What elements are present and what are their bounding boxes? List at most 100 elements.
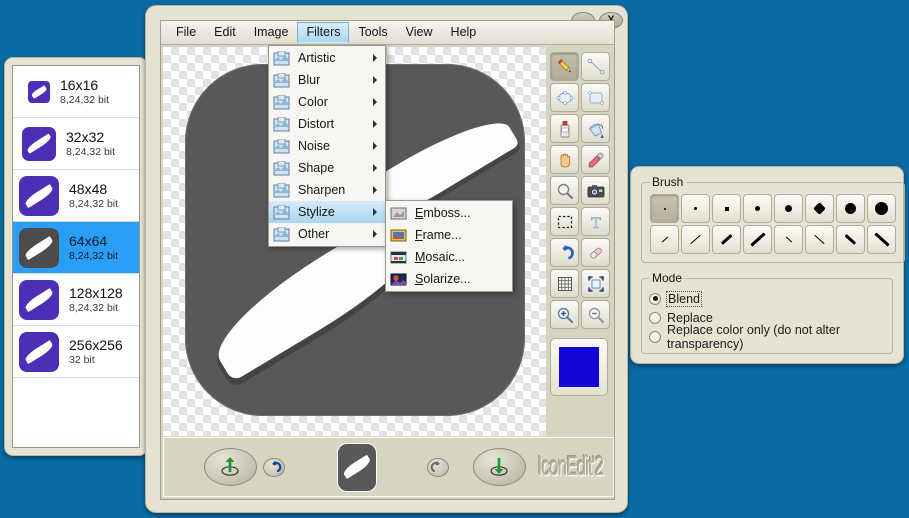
brush-stroke-1[interactable]	[650, 225, 679, 254]
brush-size-4[interactable]	[743, 194, 772, 223]
color-swatch	[559, 347, 599, 387]
menu-item-label: Solarize...	[415, 272, 471, 286]
eraser-tool[interactable]	[581, 238, 610, 267]
emboss-icon	[390, 206, 407, 221]
fit-tool[interactable]	[581, 269, 610, 298]
menu-item-label: Distort	[298, 117, 335, 131]
brush-stroke-8[interactable]	[867, 225, 896, 254]
preview-thumbnail[interactable]	[336, 442, 378, 492]
menu-item-distort[interactable]: Distort	[269, 113, 385, 135]
menu-image[interactable]: Image	[245, 22, 298, 43]
mode-group: Mode Blend Replace Replace color only (d…	[641, 271, 893, 354]
brush-size-7[interactable]	[836, 194, 865, 223]
menu-view[interactable]: View	[397, 22, 442, 43]
select-tool[interactable]	[550, 207, 579, 236]
menu-item-label: Blur	[298, 73, 321, 87]
size-label: 16x16	[60, 76, 99, 93]
eyedropper-tool[interactable]	[581, 145, 610, 174]
radio-icon[interactable]	[649, 330, 661, 343]
list-item-selected[interactable]: 64x64 8,24,32 bit	[13, 222, 139, 274]
icon-preview-64	[19, 227, 59, 268]
menu-item-solarize[interactable]: Solarize...	[386, 268, 512, 290]
menu-item-mosaic[interactable]: Mosaic...	[386, 246, 512, 268]
magnifier-tool[interactable]	[550, 176, 579, 205]
size-label: 48x48	[69, 180, 108, 197]
foreground-color-button[interactable]	[550, 338, 608, 396]
chevron-right-icon	[373, 76, 377, 84]
filter-icon	[273, 182, 290, 198]
undo-button[interactable]	[262, 457, 285, 477]
brush-size-3[interactable]	[712, 194, 741, 223]
spray-can-tool[interactable]	[550, 114, 579, 143]
screen-capture-tool[interactable]	[581, 176, 610, 205]
menu-item-label: Other	[298, 227, 330, 241]
menu-item-label: Stylize	[298, 205, 335, 219]
size-depth: 8,24,32 bit	[60, 94, 110, 107]
chevron-right-icon	[373, 164, 377, 172]
filter-icon	[273, 50, 290, 66]
brush-stroke-4[interactable]	[743, 225, 772, 254]
icon-preview-16	[28, 80, 50, 103]
brush-size-8[interactable]	[867, 194, 896, 223]
menu-item-stylize[interactable]: Stylize	[269, 201, 385, 223]
menu-item-sharpen[interactable]: Sharpen	[269, 179, 385, 201]
filters-dropdown-menu[interactable]: Artistic Blur Color Distort Noise Shape …	[268, 45, 386, 247]
menu-filters[interactable]: Filters	[297, 22, 350, 43]
menu-item-blur[interactable]: Blur	[269, 69, 385, 91]
brush-stroke-6[interactable]	[805, 225, 834, 254]
list-item[interactable]: 48x48 8,24,32 bit	[13, 170, 139, 222]
menu-tools[interactable]: Tools	[349, 22, 396, 43]
ellipse-tool[interactable]	[550, 83, 579, 112]
mode-option-blend[interactable]: Blend	[649, 289, 885, 308]
brush-size-6[interactable]	[805, 194, 834, 223]
menu-edit[interactable]: Edit	[205, 22, 245, 43]
menu-item-color[interactable]: Color	[269, 91, 385, 113]
brush-stroke-7[interactable]	[836, 225, 865, 254]
menu-file[interactable]: File	[167, 22, 205, 43]
menu-item-label: Noise	[298, 139, 330, 153]
icon-preview-256	[19, 331, 59, 372]
brush-size-5[interactable]	[774, 194, 803, 223]
filter-icon	[273, 226, 290, 242]
menu-item-emboss[interactable]: Emboss...	[386, 202, 512, 224]
menu-item-artistic[interactable]: Artistic	[269, 47, 385, 69]
list-item[interactable]: 32x32 8,24,32 bit	[13, 118, 139, 170]
icon-preview-32	[22, 126, 56, 161]
radio-icon[interactable]	[649, 311, 661, 324]
brush-stroke-2[interactable]	[681, 225, 710, 254]
chevron-right-icon	[373, 186, 377, 194]
brush-stroke-3[interactable]	[712, 225, 741, 254]
chevron-right-icon	[373, 142, 377, 150]
line-tool[interactable]	[581, 52, 610, 81]
menu-item-noise[interactable]: Noise	[269, 135, 385, 157]
list-item[interactable]: 256x256 32 bit	[13, 326, 139, 378]
stylize-submenu[interactable]: Emboss... Frame... Mosaic... Solarize...	[385, 200, 513, 292]
zoom-in-tool[interactable]	[550, 300, 579, 329]
export-button[interactable]	[472, 448, 526, 486]
paint-bucket-tool[interactable]	[581, 114, 610, 143]
menu-item-label: Emboss...	[415, 206, 471, 220]
list-item[interactable]: 128x128 8,24,32 bit	[13, 274, 139, 326]
text-tool[interactable]: T	[581, 207, 610, 236]
undo-tool[interactable]	[550, 238, 579, 267]
grid-tool[interactable]	[550, 269, 579, 298]
menu-item-frame[interactable]: Frame...	[386, 224, 512, 246]
brush-size-row	[649, 193, 897, 224]
brush-stroke-5[interactable]	[774, 225, 803, 254]
redo-button[interactable]	[427, 457, 449, 477]
radio-icon[interactable]	[649, 292, 661, 305]
import-button[interactable]	[204, 448, 257, 486]
rectangle-tool[interactable]	[581, 83, 610, 112]
brush-size-1[interactable]	[650, 194, 679, 223]
hand-tool[interactable]	[550, 145, 579, 174]
mode-option-replace-color-only[interactable]: Replace color only (do not alter transpa…	[649, 323, 885, 351]
zoom-out-tool[interactable]	[581, 300, 610, 329]
menu-help[interactable]: Help	[442, 22, 486, 43]
menu-item-other[interactable]: Other	[269, 223, 385, 245]
list-item[interactable]: 16x16 8,24,32 bit	[13, 66, 139, 118]
brush-size-2[interactable]	[681, 194, 710, 223]
chevron-right-icon	[373, 120, 377, 128]
pencil-tool[interactable]	[550, 52, 579, 81]
icon-sizes-list[interactable]: 16x16 8,24,32 bit 32x32 8,24,32 bit 48x4…	[12, 65, 140, 448]
menu-item-shape[interactable]: Shape	[269, 157, 385, 179]
